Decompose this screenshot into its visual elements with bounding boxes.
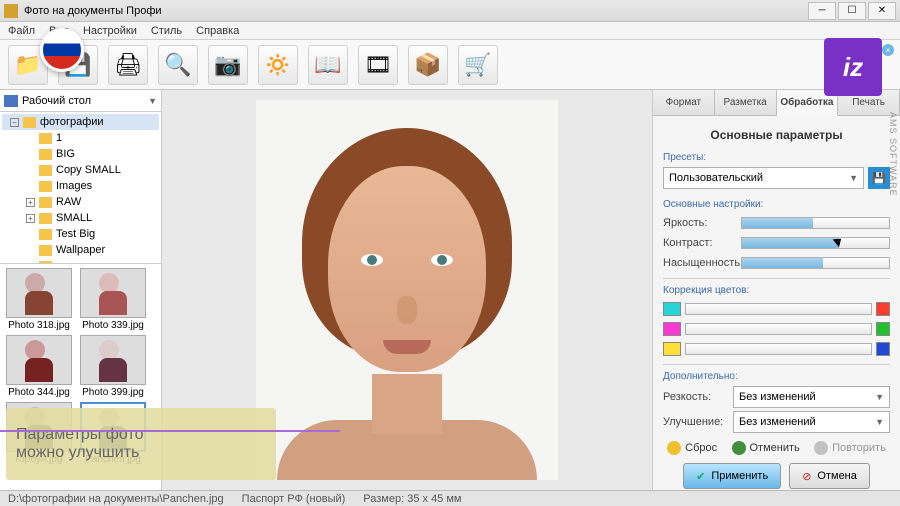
tooltip-overlay: Параметры фото можно улучшить: [6, 408, 276, 480]
status-passport: Паспорт РФ (новый): [242, 493, 346, 505]
preset-select[interactable]: Пользовательский▼: [663, 167, 864, 189]
brightness-button[interactable]: 🔅: [258, 45, 298, 85]
redo-icon: [814, 441, 828, 455]
chevron-down-icon: ▼: [148, 96, 157, 106]
folder-icon: [39, 149, 52, 160]
folder-icon: [39, 165, 52, 176]
basic-label: Основные настройки:: [663, 199, 890, 210]
panel-close-icon[interactable]: ×: [882, 44, 894, 56]
reset-button[interactable]: Сброс: [667, 441, 717, 455]
toolbar: 📁 💾 🖨 🔍 📷 🔅 📖 🎞 📦 🛒 iz ×: [0, 40, 900, 90]
thumbnail[interactable]: Photo 399.jpg: [78, 335, 148, 398]
menu-settings[interactable]: Настройки: [83, 25, 137, 37]
extra-row-1: Улучшение:Без изменений▼: [663, 411, 890, 433]
manual-button[interactable]: 📖: [308, 45, 348, 85]
flag-russia-icon: [40, 28, 84, 72]
color-label: Коррекция цветов:: [663, 285, 890, 296]
folder-icon: [39, 229, 52, 240]
progress-line: [0, 430, 340, 432]
tree-node[interactable]: +RAW: [2, 194, 159, 210]
location-selector[interactable]: Рабочий стол ▼: [0, 90, 161, 112]
menu-style[interactable]: Стиль: [151, 25, 182, 37]
slider-2[interactable]: Насыщенность:: [663, 254, 890, 272]
window-title: Фото на документы Профи: [24, 5, 162, 17]
color-row-1[interactable]: [663, 320, 890, 338]
zoom-button[interactable]: 🔍: [158, 45, 198, 85]
folder-icon: [23, 117, 36, 128]
app-icon: [4, 4, 18, 18]
folder-icon: [39, 181, 52, 192]
folder-icon: [39, 245, 52, 256]
tree-node[interactable]: Wallpaper: [2, 242, 159, 258]
tree-node[interactable]: +SMALL: [2, 210, 159, 226]
minimize-button[interactable]: ─: [808, 2, 836, 20]
cancel-button[interactable]: ⊘Отмена: [789, 463, 870, 489]
status-bar: D:\фотографии на документы\Panchen.jpg П…: [0, 490, 900, 506]
watermark: AMS SOFTWARE: [888, 112, 898, 197]
status-size: Размер: 35 x 45 мм: [363, 493, 461, 505]
print-button[interactable]: 🖨: [108, 45, 148, 85]
titlebar: Фото на документы Профи ─ ☐ ✕: [0, 0, 900, 22]
folder-icon: [39, 213, 52, 224]
slider-1[interactable]: Контраст:: [663, 234, 890, 252]
brand-logo: iz: [824, 38, 882, 96]
menu-file[interactable]: Файл: [8, 25, 35, 37]
undo-icon: [732, 441, 746, 455]
desktop-icon: [4, 95, 18, 107]
thumbnail[interactable]: Photo 339.jpg: [78, 268, 148, 331]
panel-title: Основные параметры: [663, 128, 890, 142]
menubar: Файл Вид Настройки Стиль Справка: [0, 22, 900, 40]
camera-button[interactable]: 📷: [208, 45, 248, 85]
tree-node[interactable]: 1: [2, 130, 159, 146]
chevron-down-icon: ▼: [849, 173, 858, 183]
status-file: D:\фотографии на документы\Panchen.jpg: [8, 493, 224, 505]
check-icon: ✔: [696, 470, 705, 483]
tab-0[interactable]: Формат: [653, 90, 715, 115]
close-button[interactable]: ✕: [868, 2, 896, 20]
cart-button[interactable]: 🛒: [458, 45, 498, 85]
apply-button[interactable]: ✔Применить: [683, 463, 781, 489]
tree-node[interactable]: Copy SMALL: [2, 162, 159, 178]
thumbnail[interactable]: Photo 344.jpg: [4, 335, 74, 398]
extra-select[interactable]: Без изменений▼: [733, 386, 890, 408]
preset-label: Пресеты:: [663, 152, 890, 163]
reset-icon: [667, 441, 681, 455]
extra-row-0: Резкость:Без изменений▼: [663, 386, 890, 408]
package-button[interactable]: 📦: [408, 45, 448, 85]
chevron-down-icon: ▼: [875, 417, 884, 427]
slider-0[interactable]: Яркость:: [663, 214, 890, 232]
tree-node[interactable]: Images: [2, 178, 159, 194]
right-panel: ФорматРазметкаОбработкаПечать Основные п…: [652, 90, 900, 490]
save-preset-button[interactable]: 💾: [868, 167, 890, 189]
thumbnail[interactable]: Photo 318.jpg: [4, 268, 74, 331]
tab-1[interactable]: Разметка: [715, 90, 777, 115]
undo-button[interactable]: Отменить: [732, 441, 800, 455]
extra-label: Дополнительно:: [663, 371, 890, 382]
folder-icon: [39, 133, 52, 144]
cancel-icon: ⊘: [802, 470, 811, 483]
redo-button[interactable]: Повторить: [814, 441, 886, 455]
folder-tree[interactable]: −фотографии 1BIGCopy SMALLImages+RAW+SMA…: [0, 112, 161, 264]
tree-node[interactable]: Test Big: [2, 226, 159, 242]
chevron-down-icon: ▼: [875, 392, 884, 402]
maximize-button[interactable]: ☐: [838, 2, 866, 20]
video-button[interactable]: 🎞: [358, 45, 398, 85]
extra-select[interactable]: Без изменений▼: [733, 411, 890, 433]
menu-help[interactable]: Справка: [196, 25, 239, 37]
color-row-0[interactable]: [663, 300, 890, 318]
color-row-2[interactable]: [663, 340, 890, 358]
folder-icon: [39, 197, 52, 208]
tree-root[interactable]: −фотографии: [2, 114, 159, 130]
tree-node[interactable]: BIG: [2, 146, 159, 162]
location-label: Рабочий стол: [22, 95, 91, 107]
photo-preview[interactable]: [256, 100, 558, 480]
